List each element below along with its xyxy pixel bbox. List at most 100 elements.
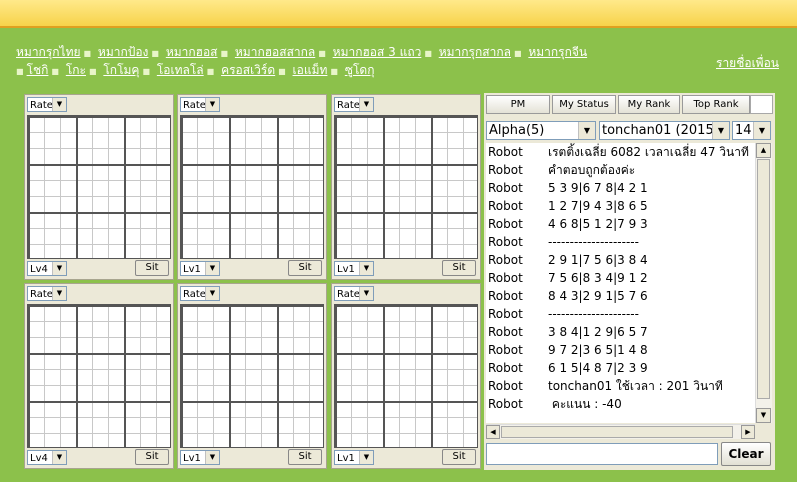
rate-select[interactable]: Rate ▼ [334,97,374,112]
rate-label: Rate [183,289,206,300]
rate-label: Rate [30,289,53,300]
chat-message: Robot 1 2 7|9 4 3|8 6 5 [486,197,755,215]
scroll-down-icon[interactable]: ▼ [756,408,771,423]
nav-link[interactable]: หมากรุกไทย [16,45,81,59]
scroll-left-icon[interactable]: ◀ [486,425,500,439]
nav-link[interactable]: โกะ [66,63,86,77]
message-sender: Robot [488,199,523,213]
nav-link[interactable]: โชกิ [27,63,49,77]
message-sender: Robot [488,397,523,411]
scroll-right-icon[interactable]: ▶ [741,425,755,439]
chat-message: Robot คะแนน : -40 [486,395,755,413]
sit-button[interactable]: Sit [288,449,322,465]
chat-message: Robot 8 4 3|2 9 1|5 7 6 [486,287,755,305]
message-sender: Robot [488,271,523,285]
sudoku-board-2: Rate ▼ Lv1 ▼ Sit [177,94,327,280]
sit-button[interactable]: Sit [288,260,322,276]
nav-link[interactable]: หมากรุกสากล [439,45,511,59]
sit-button[interactable]: Sit [135,449,169,465]
level-select[interactable]: Lv1 ▼ [180,450,220,465]
level-select[interactable]: Lv4 ▼ [27,261,67,276]
bullet-icon: ■ [278,67,286,76]
rate-select[interactable]: Rate ▼ [180,286,220,301]
message-text: tonchan01 ใช้เวลา : 201 วินาที [548,379,723,393]
sit-button[interactable]: Sit [442,260,476,276]
rate-select[interactable]: Rate ▼ [27,97,67,112]
nav-link[interactable]: ครอสเวิร์ด [221,63,275,77]
nav-link[interactable]: โกโมคุ [103,63,139,77]
nav-link[interactable]: ซูโดกุ [345,63,375,77]
chat-tabs: PM My Status My Rank Top Rank [486,95,750,114]
clear-button[interactable]: Clear [721,442,771,466]
nav-link[interactable]: หมากรุกจีน [528,45,587,59]
dropdown-arrow-icon: ▼ [712,122,729,139]
message-sender: Robot [488,379,523,393]
level-select[interactable]: Lv1 ▼ [180,261,220,276]
bullet-icon: ■ [151,49,159,58]
bullet-icon: ■ [318,49,326,58]
message-text: 6 1 5|4 8 7|2 3 9 [548,361,648,375]
nav-link[interactable]: หมากฮอส 3 แถว [333,45,422,59]
game-nav-row1: หมากรุกไทย ■ หมากป้อง ■ หมากฮอส ■ หมากฮอสสา… [16,44,656,62]
level-select[interactable]: Lv1 ▼ [334,450,374,465]
sudoku-board-3: Rate ▼ Lv1 ▼ Sit [331,94,481,280]
chat-horizontal-scrollbar[interactable]: ◀ ▶ [486,424,755,439]
level-label: Lv1 [337,453,355,464]
tab-blank [750,95,773,114]
nav-link[interactable]: หมากป้อง [98,45,149,59]
chat-message: Robot 7 5 6|8 3 4|9 1 2 [486,269,755,287]
nav-link[interactable]: โอเทลโล่ [157,63,204,77]
font-size-select[interactable]: 14 ▼ [732,121,771,140]
message-sender: Robot [488,307,523,321]
sudoku-grid[interactable] [180,304,324,448]
dropdown-arrow-icon: ▼ [205,262,219,275]
scroll-up-icon[interactable]: ▲ [756,143,771,158]
dropdown-arrow-icon: ▼ [359,98,373,111]
friends-list-link[interactable]: รายชื่อเพื่อน [716,54,779,73]
dropdown-arrow-icon: ▼ [52,98,66,111]
sudoku-grid[interactable] [334,304,478,448]
scroll-thumb[interactable] [757,159,770,399]
rate-select[interactable]: Rate ▼ [27,286,67,301]
bullet-icon: ■ [16,67,24,76]
chat-log[interactable]: Robot เรตติ้งเฉลี่ย 6082 เวลาเฉลี่ย 47 วิ… [486,143,755,423]
nav-link[interactable]: หมากฮอสสากล [235,45,315,59]
top-banner [0,0,797,28]
message-text: คะแนน : -40 [548,397,622,411]
message-sender: Robot [488,163,523,177]
dropdown-arrow-icon: ▼ [205,287,219,300]
level-select[interactable]: Lv4 ▼ [27,450,67,465]
room-select[interactable]: Alpha(5) ▼ [486,121,596,140]
sudoku-grid[interactable] [27,304,171,448]
message-sender: Robot [488,253,523,267]
message-text: --------------------- [548,235,639,249]
sudoku-grid[interactable] [334,115,478,259]
nav-link[interactable]: เอแม็ท [293,63,328,77]
chat-vertical-scrollbar[interactable]: ▲ ▼ [755,143,772,423]
message-sender: Robot [488,325,523,339]
sit-button[interactable]: Sit [442,449,476,465]
tab-pm[interactable]: PM [486,95,550,114]
rate-label: Rate [30,100,53,111]
chat-input[interactable] [486,443,718,465]
rate-select[interactable]: Rate ▼ [180,97,220,112]
rate-select[interactable]: Rate ▼ [334,286,374,301]
chat-message: Robot 4 6 8|5 1 2|7 9 3 [486,215,755,233]
rate-label: Rate [337,100,360,111]
bullet-icon: ■ [83,49,92,58]
sudoku-grid[interactable] [180,115,324,259]
tab-top-rank[interactable]: Top Rank [682,95,750,114]
scroll-thumb[interactable] [501,426,733,438]
level-select[interactable]: Lv1 ▼ [334,261,374,276]
nav-link[interactable]: หมากฮอส [166,45,218,59]
sudoku-grid[interactable] [27,115,171,259]
dropdown-arrow-icon: ▼ [52,287,66,300]
message-sender: Robot [488,235,523,249]
level-label: Lv4 [30,453,48,464]
tab-my-status[interactable]: My Status [552,95,616,114]
message-sender: Robot [488,343,523,357]
user-select[interactable]: tonchan01 (2015 ▼ [599,121,730,140]
sit-button[interactable]: Sit [135,260,169,276]
message-sender: Robot [488,145,523,159]
tab-my-rank[interactable]: My Rank [618,95,680,114]
